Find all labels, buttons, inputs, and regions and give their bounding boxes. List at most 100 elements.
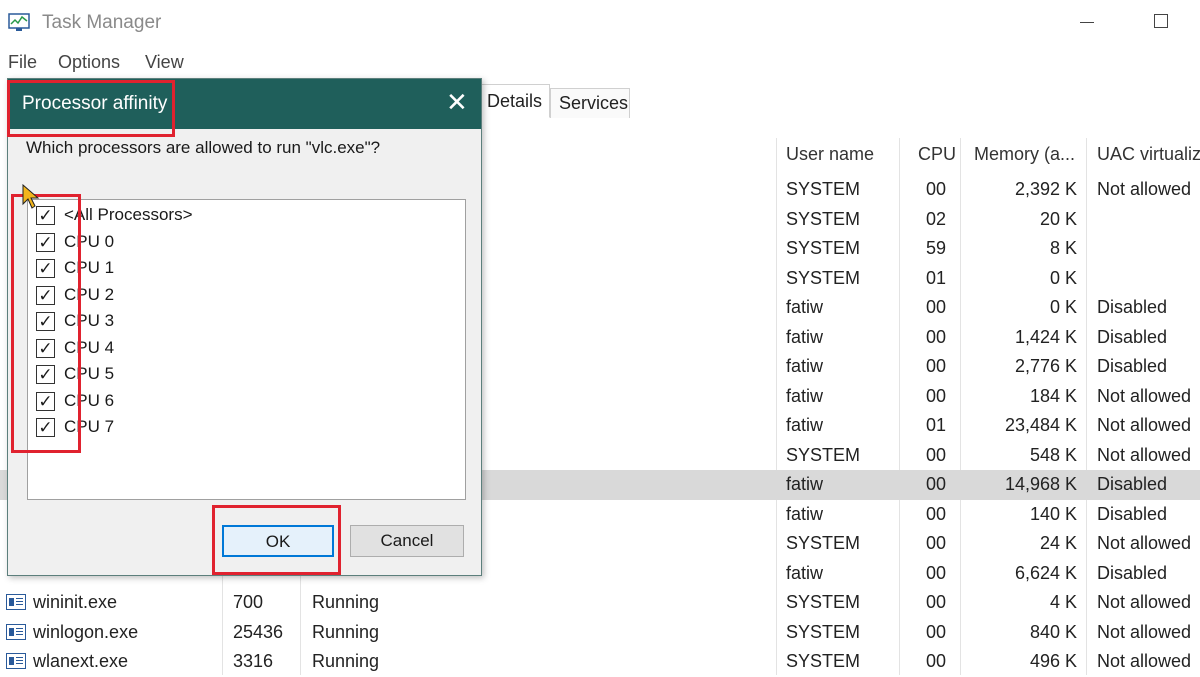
cell-uac: Disabled xyxy=(1097,326,1168,347)
window-title: Task Manager xyxy=(42,12,162,33)
annotation-box-title xyxy=(7,80,175,137)
cell-memory: 24 K xyxy=(1039,533,1077,553)
cell-cpu: 00 xyxy=(925,651,946,671)
cell-user: fatiw xyxy=(786,415,824,435)
cell-uac: Not allowed xyxy=(1097,385,1192,406)
process-icon xyxy=(6,594,26,610)
cell-memory: 0 K xyxy=(1049,297,1077,317)
cell-uac: Disabled xyxy=(1097,356,1168,376)
minimize-button[interactable] xyxy=(1080,22,1094,23)
cell-name: wininit.exe xyxy=(33,592,118,612)
cell-memory: 140 K xyxy=(1029,503,1077,524)
cell-memory: 1,424 K xyxy=(1014,326,1077,347)
cell-cpu: 00 xyxy=(925,297,946,317)
menu-bar: File Options View xyxy=(0,46,1200,78)
cell-memory: 23,484 K xyxy=(1004,415,1077,435)
process-icon xyxy=(6,653,26,669)
column-header-cpu[interactable]: CPU xyxy=(918,144,956,165)
maximize-button[interactable] xyxy=(1154,14,1168,28)
cell-uac: Not allowed xyxy=(1097,651,1192,671)
cell-memory: 14,968 K xyxy=(1004,474,1077,494)
cell-memory: 4 K xyxy=(1049,592,1077,612)
cell-name: wlanext.exe xyxy=(33,651,129,671)
cell-memory: 6,624 K xyxy=(1014,562,1077,583)
menu-file[interactable]: File xyxy=(8,52,37,73)
cell-cpu: 00 xyxy=(925,179,946,199)
menu-view[interactable]: View xyxy=(145,52,184,73)
cell-user: SYSTEM xyxy=(786,179,861,199)
annotation-box-ok xyxy=(212,505,341,575)
cell-status: Running xyxy=(312,592,380,612)
cell-user: SYSTEM xyxy=(786,533,861,553)
cell-cpu: 00 xyxy=(925,326,946,347)
table-row[interactable]: winlogon.exe 25436 Running SYSTEM 00 840 K Not… xyxy=(0,618,1200,648)
cell-user: fatiw xyxy=(786,385,824,406)
cell-memory: 840 K xyxy=(1029,621,1077,642)
cell-memory: 2,392 K xyxy=(1014,179,1077,199)
table-row[interactable]: wininit.exe 700 Running SYSTEM 00 4 K Not allo… xyxy=(0,588,1200,618)
cell-user: SYSTEM xyxy=(786,267,861,288)
close-icon[interactable]: ✕ xyxy=(446,89,468,115)
cell-uac: Not allowed xyxy=(1097,592,1192,612)
cell-user: SYSTEM xyxy=(786,592,861,612)
process-icon xyxy=(6,623,26,640)
cell-uac: Not allowed xyxy=(1097,179,1192,199)
cell-user: fatiw xyxy=(786,562,824,583)
cell-uac: Disabled xyxy=(1097,474,1168,494)
cell-status: Running xyxy=(312,621,380,642)
cell-user: fatiw xyxy=(786,474,824,494)
cell-cpu: 00 xyxy=(925,503,946,524)
processor-label: <All Processors> xyxy=(64,205,193,224)
menu-options[interactable]: Options xyxy=(58,52,120,73)
cell-uac: Not allowed xyxy=(1097,621,1192,642)
cell-memory: 2,776 K xyxy=(1014,356,1077,376)
tab-services[interactable]: Services xyxy=(550,88,630,118)
cancel-button[interactable]: Cancel xyxy=(350,525,464,557)
cell-uac: Not allowed xyxy=(1097,415,1192,435)
cell-memory: 548 K xyxy=(1029,444,1077,465)
cell-memory: 0 K xyxy=(1049,267,1077,288)
cell-cpu: 02 xyxy=(925,208,946,229)
cell-cpu: 01 xyxy=(925,267,946,288)
processor-list[interactable]: ✓ <All Processors> ✓ CPU 0 ✓ CPU 1 ✓ CPU 2 ✓ CPU … xyxy=(27,199,466,500)
cell-memory: 184 K xyxy=(1029,385,1077,406)
cell-pid: 700 xyxy=(233,592,264,612)
cell-pid: 25436 xyxy=(233,621,284,642)
cell-user: fatiw xyxy=(786,326,824,347)
tab-details[interactable]: Details xyxy=(478,84,550,118)
column-header-memory[interactable]: Memory (a... xyxy=(974,144,1075,165)
cell-uac: Not allowed xyxy=(1097,444,1192,465)
title-bar: Task Manager xyxy=(0,0,1200,46)
cell-cpu: 00 xyxy=(925,533,946,553)
cell-memory: 20 K xyxy=(1039,208,1077,229)
cell-cpu: 00 xyxy=(925,356,946,376)
cell-uac: Disabled xyxy=(1097,562,1168,583)
cell-user: SYSTEM xyxy=(786,651,861,671)
cell-cpu: 01 xyxy=(925,415,946,435)
cell-cpu: 59 xyxy=(925,238,946,258)
cell-cpu: 00 xyxy=(925,562,946,583)
cell-user: fatiw xyxy=(786,503,824,524)
cell-pid: 3316 xyxy=(233,651,274,671)
cell-uac: Disabled xyxy=(1097,297,1168,317)
cell-cpu: 00 xyxy=(925,444,946,465)
column-header-uac[interactable]: UAC virtualiz xyxy=(1097,144,1200,165)
cell-user: SYSTEM xyxy=(786,208,861,229)
mouse-cursor-icon xyxy=(22,184,40,209)
annotation-box-checkboxes xyxy=(11,194,81,453)
dialog-question: Which processors are allowed to run "vlc… xyxy=(26,138,381,157)
table-row[interactable]: wlanext.exe 3316 Running SYSTEM 00 496 K Not a… xyxy=(0,647,1200,677)
cell-cpu: 00 xyxy=(925,592,946,612)
cell-user: SYSTEM xyxy=(786,238,861,258)
cell-cpu: 00 xyxy=(925,474,946,494)
cell-user: SYSTEM xyxy=(786,621,861,642)
column-header-user[interactable]: User name xyxy=(786,144,874,165)
task-manager-icon xyxy=(8,13,30,31)
cell-uac: Not allowed xyxy=(1097,533,1192,553)
cell-user: SYSTEM xyxy=(786,444,861,465)
cell-name: winlogon.exe xyxy=(33,621,139,642)
cell-memory: 8 K xyxy=(1049,238,1077,258)
cell-cpu: 00 xyxy=(925,385,946,406)
cell-user: fatiw xyxy=(786,356,824,376)
cell-cpu: 00 xyxy=(925,621,946,642)
